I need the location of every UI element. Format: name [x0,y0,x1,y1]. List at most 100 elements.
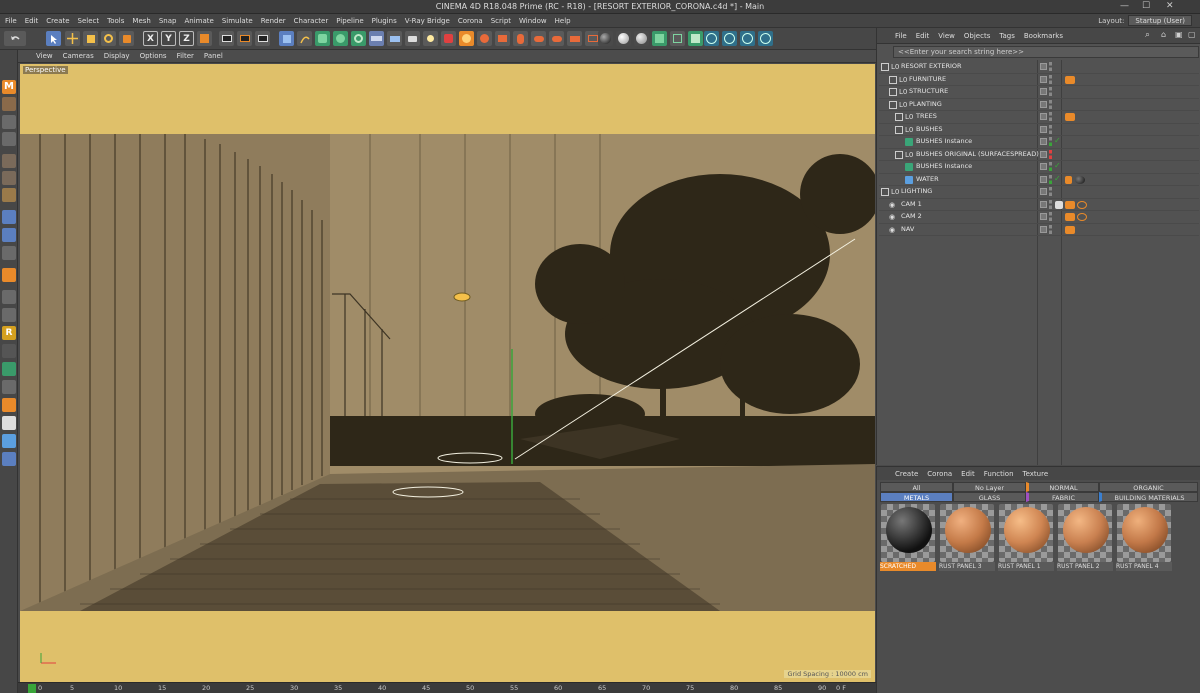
visibility-dots[interactable] [1049,149,1052,159]
object-row[interactable]: WATER ✓ [879,174,1199,186]
objects-menu-objects[interactable]: Objects [964,32,990,40]
light-icon[interactable] [423,31,438,46]
expand-toggle-icon[interactable] [889,75,897,84]
texture-mode-icon[interactable] [2,115,16,129]
y-axis-lock[interactable]: Y [161,31,176,46]
visibility-dots[interactable] [1049,87,1052,96]
layer-checkbox[interactable] [1040,88,1047,95]
visibility-dots[interactable] [1049,187,1052,196]
material-sphere-white-icon[interactable] [616,31,631,46]
edges-mode-icon[interactable] [2,171,16,185]
bevel-icon[interactable] [2,398,16,412]
menu-mesh[interactable]: Mesh [132,17,150,25]
layer-checkbox[interactable] [1040,138,1047,145]
perspective-viewport[interactable]: Perspective Grid Spacing : 10000 cm [20,64,875,682]
x-axis-lock[interactable]: X [143,31,158,46]
filter-tab-metals[interactable]: METALS [880,492,953,502]
menu-pipeline[interactable]: Pipeline [336,17,363,25]
timer-icon[interactable] [2,416,16,430]
pen-spline-icon[interactable] [297,31,312,46]
visibility-dots[interactable] [1049,124,1052,134]
layer-checkbox[interactable] [1040,113,1047,120]
menu-select[interactable]: Select [78,17,100,25]
mograph-cloner-icon[interactable] [652,31,667,46]
undo-icon[interactable] [4,31,26,46]
menu-file[interactable]: File [5,17,17,25]
expand-toggle-icon[interactable] [895,125,903,134]
filter-tab-organic[interactable]: ORGANIC [1099,482,1198,492]
xref-icon[interactable] [2,434,16,448]
materials-menu-edit[interactable]: Edit [961,470,975,478]
object-row[interactable]: L0 BUSHES ORIGINAL (SURFACESPREAD) [879,149,1199,161]
materials-menu-texture[interactable]: Texture [1023,470,1049,478]
lock-icon[interactable]: ▣ [1175,30,1183,39]
solo-icon[interactable] [2,290,16,304]
visibility-dots[interactable] [1049,162,1052,171]
filter-tab-all[interactable]: All [880,482,953,492]
visibility-dots[interactable] [1049,137,1052,146]
protection-tag-icon[interactable] [1065,213,1075,221]
material-swatch[interactable]: SCRATCHED [880,504,936,571]
enabled-check-icon[interactable]: ✓ [1054,161,1061,170]
layer-checkbox[interactable] [1040,200,1047,208]
paint-icon[interactable] [2,362,16,376]
objects-menu-view[interactable]: View [938,32,955,40]
object-row[interactable]: ◉ CAM 1 [879,199,1199,211]
objects-menu-edit[interactable]: Edit [916,32,930,40]
phong-tag-icon[interactable] [1065,175,1072,184]
menu-character[interactable]: Character [294,17,329,25]
layer-checkbox[interactable] [1040,163,1047,170]
objects-menu-file[interactable]: File [895,32,907,40]
visibility-dots[interactable] [1049,99,1052,109]
layer-checkbox[interactable] [1040,100,1047,108]
tweak-icon[interactable] [2,228,16,242]
viewport-camera-label[interactable]: Perspective [23,66,68,74]
visibility-dots[interactable] [1049,112,1052,121]
search-icon[interactable]: ⌕ [1145,30,1150,40]
bend-deformer-icon[interactable] [351,31,366,46]
menu-render[interactable]: Render [261,17,286,25]
filter-tab-fabric[interactable]: FABRIC [1026,492,1099,502]
expand-toggle-icon[interactable] [895,113,903,121]
menu-script[interactable]: Script [491,17,511,25]
filter-tab-normal[interactable]: NORMAL [1026,482,1099,492]
vray-icon-1[interactable] [704,31,719,46]
menu-tools[interactable]: Tools [107,17,124,25]
enabled-check-icon[interactable]: ✓ [1054,174,1061,183]
viewport-menu-filter[interactable]: Filter [177,52,194,60]
disabled-tag-icon[interactable] [1077,200,1087,209]
viewport-menu-view[interactable]: View [36,52,53,60]
render-settings-icon[interactable] [255,31,270,46]
menu-vray-bridge[interactable]: V-Ray Bridge [405,17,450,25]
layer-checkbox[interactable] [1040,125,1047,133]
filter-tab-glass[interactable]: GLASS [953,492,1026,502]
corona-proxy-icon[interactable] [513,31,528,46]
display-tag-icon[interactable] [1065,113,1075,121]
layer-checkbox[interactable] [1040,213,1047,220]
render-view-icon[interactable] [219,31,234,46]
corona-sun-icon[interactable] [459,31,474,46]
render-picture-viewer-icon[interactable] [237,31,252,46]
object-row[interactable]: ◉ CAM 2 [879,211,1199,224]
model-mode-icon[interactable] [2,97,16,111]
layer-checkbox[interactable] [1040,225,1047,233]
object-row[interactable]: BUSHES Instance ✓ [879,161,1199,174]
vray-icon-4[interactable] [758,31,773,46]
home-icon[interactable]: ⌂ [1161,30,1166,39]
corona-light-icon[interactable] [477,31,492,46]
array-icon[interactable] [333,31,348,46]
new-panel-icon[interactable]: ▢ [1188,30,1196,39]
object-row[interactable]: L0 PLANTING [879,99,1199,111]
viewport-solo-icon[interactable] [2,308,16,322]
menu-edit[interactable]: Edit [25,17,39,25]
collapse-toggle-icon[interactable] [889,100,897,109]
rotate-icon[interactable] [101,31,116,46]
subdivision-surface-icon[interactable] [315,31,330,46]
viewport-menu-display[interactable]: Display [104,52,130,60]
layer-checkbox[interactable] [1040,63,1047,70]
timeline-ruler[interactable]: 0 5 10 15 20 25 30 35 40 45 50 55 60 65 … [18,682,876,693]
menu-simulate[interactable]: Simulate [222,17,253,25]
material-swatch[interactable]: RUST PANEL 1 [998,504,1054,571]
material-sphere-black-icon[interactable] [598,31,613,46]
expand-toggle-icon[interactable] [881,188,889,196]
